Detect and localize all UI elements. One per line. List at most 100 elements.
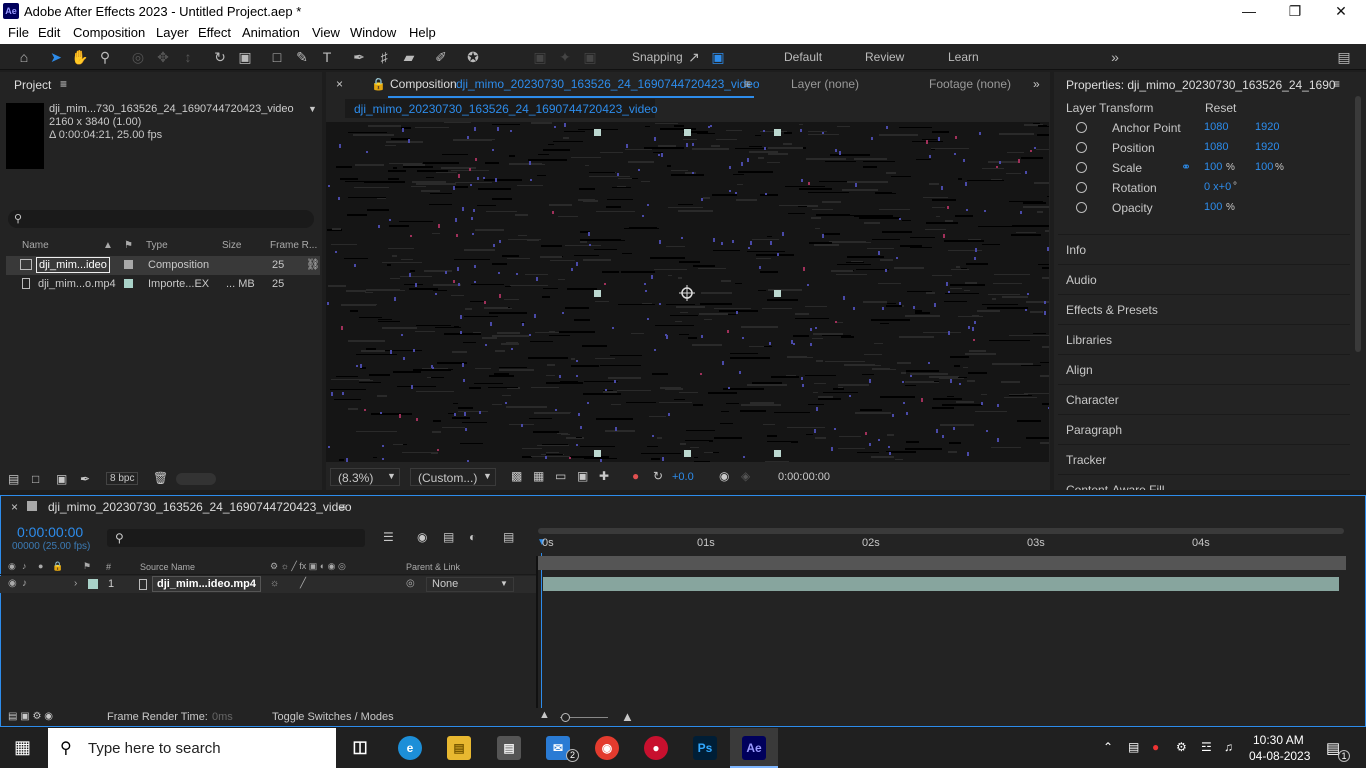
clone-stamp-tool-icon[interactable]: ♯ [374,47,394,67]
taskbar-search-input[interactable]: ⚲ Type here to search [48,728,336,768]
menu-view[interactable]: View [312,25,340,40]
zoom-out-icon[interactable]: ▲ [539,709,550,721]
zoom-tool-icon[interactable]: ⚲ [95,47,115,67]
photoshop-icon[interactable]: Ps [693,736,717,760]
show-snapshot-icon[interactable]: ◈ [741,469,750,483]
frame-blending-icon[interactable]: ▤ [443,530,454,544]
task-view-icon[interactable]: ◫ [348,736,372,760]
channels-icon[interactable]: ● [632,469,639,483]
column-frame-rate[interactable]: Frame R... [270,240,317,251]
column-source-name[interactable]: Source Name [140,562,195,572]
mask-visibility-icon[interactable]: ▭ [555,469,566,483]
chrome-icon[interactable]: ◉ [595,736,619,760]
rotation-value[interactable]: 0 x+0 [1204,181,1231,193]
properties-scrollbar[interactable] [1355,96,1361,352]
snap-option-icon[interactable]: ✦ [555,47,575,67]
wifi-icon[interactable]: ☲ [1201,740,1212,754]
column-type[interactable]: Type [146,240,168,251]
work-area-bar[interactable] [538,528,1344,534]
clock-date[interactable]: 04-08-2023 [1249,749,1310,763]
reset-exposure-icon[interactable]: ↻ [653,469,663,483]
stopwatch-icon[interactable] [1076,162,1087,173]
maximize-icon[interactable]: ❐ [1272,0,1318,22]
layer-label-swatch[interactable] [88,579,98,589]
panel-menu-icon[interactable]: ≡ [1333,77,1340,91]
menu-effect[interactable]: Effect [198,25,231,40]
clock-time[interactable]: 10:30 AM [1253,733,1304,747]
puppet-pin-tool-icon[interactable]: ✪ [463,47,483,67]
snap-option-icon[interactable]: ▣ [580,47,600,67]
eye-icon[interactable]: ◉ [8,578,17,589]
app-red-icon[interactable]: ● [644,736,668,760]
edge-icon[interactable]: e [398,736,422,760]
scale-y[interactable]: 100 [1255,161,1273,173]
zoom-dropdown[interactable]: (8.3%) ▼ [330,468,400,486]
motion-blur-icon[interactable]: ◐ [469,530,476,544]
speaker-icon[interactable]: ♪ [22,578,27,589]
scale-x[interactable]: 100 [1204,161,1222,173]
eraser-tool-icon[interactable]: ▰ [399,47,419,67]
orbit-camera-icon[interactable]: ◎ [128,47,148,67]
composition-tab-prefix[interactable]: Composition [390,77,457,91]
timeline-zoom-handle[interactable] [561,713,570,722]
new-composition-icon[interactable]: ▣ [56,472,67,486]
shy-layers-icon[interactable]: ◉ [417,530,427,544]
table-row[interactable]: ◉ ♪ › 1 dji_mim...ideo.mp4 ☼ ╱ ◎ None ▼ [0,576,536,593]
properties-title[interactable]: Properties: dji_mimo_20230730_163526_24_… [1066,78,1336,92]
lock-icon[interactable]: 🔒 [371,77,386,91]
workspace-default[interactable]: Default [784,50,822,64]
transparency-grid-icon[interactable]: ▦ [533,469,544,483]
chevron-right-icon[interactable]: » [1033,77,1040,91]
timeline-timecode[interactable]: 0:00:00:00 [17,524,83,540]
workspace-learn[interactable]: Learn [948,50,979,64]
snap-icon[interactable]: ▣ [708,47,728,67]
snap-option-icon[interactable]: ▣ [530,47,550,67]
menu-animation[interactable]: Animation [242,25,300,40]
rotation-tool-icon[interactable]: ↻ [210,47,230,67]
chevron-down-icon[interactable]: ▼ [308,104,317,114]
interpret-footage-icon[interactable]: ▤ [8,472,19,486]
quality-switch-icon[interactable]: ╱ [300,578,306,589]
pen-tool-icon[interactable]: ✎ [292,47,312,67]
anchor-point-tool-icon[interactable]: ▣ [235,47,255,67]
tab-layer[interactable]: Layer (none) [791,77,859,91]
flowchart-icon[interactable]: ⛓ [306,258,320,271]
stopwatch-icon[interactable] [1076,202,1087,213]
anchor-point-x[interactable]: 1080 [1204,121,1228,133]
work-area-range[interactable] [537,556,1346,570]
panel-audio[interactable]: Audio [1058,264,1350,293]
type-tool-icon[interactable]: T [317,47,337,67]
list-item[interactable]: dji_mim...o.mp4 Importe...EX ... MB 25 [6,275,320,294]
position-x[interactable]: 1080 [1204,141,1228,153]
shy-switch-icon[interactable]: ☼ [270,578,279,589]
hand-tool-icon[interactable]: ✋ [70,47,90,67]
menu-file[interactable]: File [8,25,29,40]
position-y[interactable]: 1920 [1255,141,1279,153]
panel-effects-presets[interactable]: Effects & Presets [1058,294,1350,323]
volume-icon[interactable]: ♫ [1224,740,1233,754]
tray-icon[interactable]: ● [1152,740,1159,754]
selection-tool-icon[interactable]: ➤ [46,47,66,67]
minimize-icon[interactable]: — [1226,0,1272,22]
windows-start-icon[interactable]: ▦ [14,737,31,758]
adjust-icon[interactable]: ✒ [80,472,90,486]
comp-mini-flowchart-icon[interactable]: ☰ [383,530,394,544]
trash-icon[interactable]: 🗑 [153,471,168,485]
menu-composition[interactable]: Composition [73,25,145,40]
snap-icon[interactable]: ↗ [684,47,704,67]
parent-dropdown[interactable]: None ▼ [426,577,514,592]
layer-name[interactable]: dji_mim...ideo.mp4 [152,576,262,592]
region-of-interest-icon[interactable]: ▣ [577,469,588,483]
stopwatch-icon[interactable] [1076,122,1087,133]
expand-arrow-icon[interactable]: › [74,578,77,589]
panel-menu-icon[interactable]: ≡ [60,77,67,91]
menu-layer[interactable]: Layer [156,25,189,40]
chevron-up-icon[interactable]: ⌃ [1103,740,1113,754]
project-search-input[interactable] [8,210,314,228]
timeline-search-input[interactable]: ⚲ [107,529,365,547]
fast-previews-icon[interactable]: ▩ [511,469,522,483]
link-constrain-icon[interactable]: ⚭ [1181,160,1191,174]
column-size[interactable]: Size [222,240,241,251]
pick-whip-icon[interactable]: ◎ [406,578,415,589]
tray-icon[interactable]: ▤ [1128,740,1139,754]
